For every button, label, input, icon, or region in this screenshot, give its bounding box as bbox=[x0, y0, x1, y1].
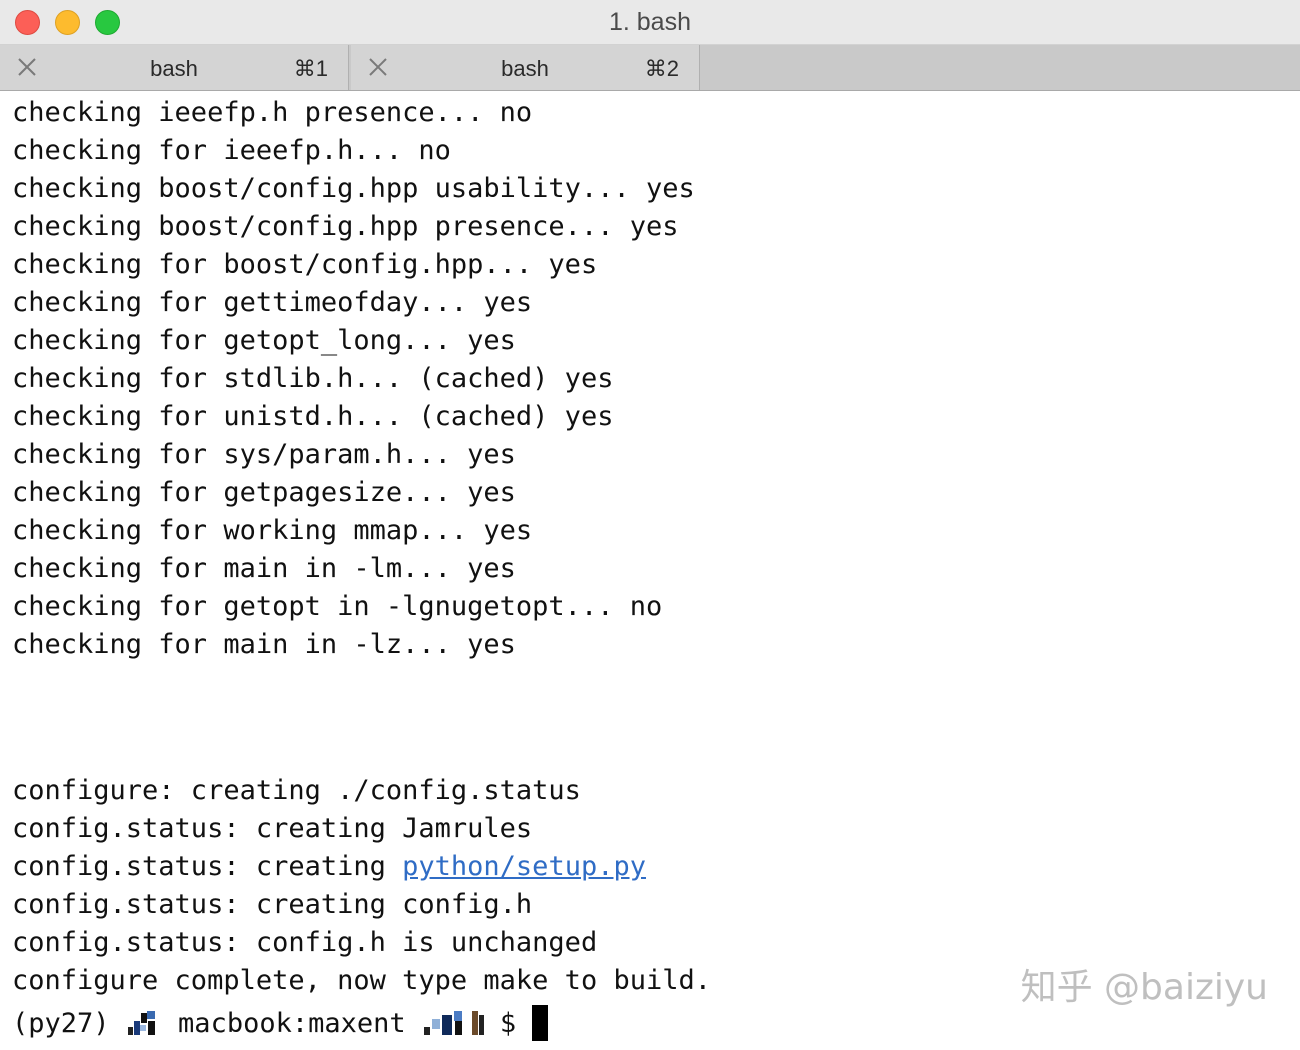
output-line: config.status: config.h is unchanged bbox=[12, 927, 598, 958]
output-line: checking for sys/param.h... yes bbox=[12, 439, 516, 470]
shell-prompt[interactable]: (py27) macbook:maxent $ bbox=[12, 1004, 549, 1044]
output-line: checking for main in -lz... yes bbox=[12, 629, 516, 660]
title-bar[interactable]: 1. bash bbox=[0, 0, 1300, 45]
tab-bash-1[interactable]: bash ⌘1 bbox=[0, 45, 349, 90]
window-title: 1. bash bbox=[608, 8, 691, 36]
text-cursor bbox=[532, 1004, 549, 1041]
tab-bar: bash ⌘1 bash ⌘2 bbox=[0, 45, 1300, 91]
output-line: checking for main in -lm... yes bbox=[12, 553, 516, 584]
output-line: checking boost/config.hpp presence... ye… bbox=[12, 211, 679, 242]
output-line: checking for stdlib.h... (cached) yes bbox=[12, 363, 614, 394]
redacted-path-icon bbox=[423, 1010, 484, 1035]
terminal-output[interactable]: checking ieeefp.h presence... no checkin… bbox=[12, 94, 1292, 1044]
output-line: checking for working mmap... yes bbox=[12, 515, 533, 546]
output-line: checking for getopt in -lgnugetopt... no bbox=[12, 591, 663, 622]
output-line: checking ieeefp.h presence... no bbox=[12, 97, 533, 128]
prompt-env: (py27) bbox=[12, 1008, 126, 1039]
output-line: config.status: creating config.h bbox=[12, 889, 533, 920]
output-line: checking for getpagesize... yes bbox=[12, 477, 516, 508]
output-line: checking for gettimeofday... yes bbox=[12, 287, 533, 318]
output-line: config.status: creating Jamrules bbox=[12, 813, 533, 844]
prompt-symbol: $ bbox=[499, 1008, 533, 1039]
tab-shortcut: ⌘1 bbox=[293, 56, 328, 81]
setup-py-link[interactable]: python/setup.py bbox=[402, 851, 646, 882]
tab-shortcut: ⌘2 bbox=[644, 56, 679, 81]
output-line: configure: creating ./config.status bbox=[12, 775, 581, 806]
output-line: checking for getopt_long... yes bbox=[12, 325, 516, 356]
watermark: 知乎 @baiziyu bbox=[1020, 967, 1268, 1008]
output-line: checking for boost/config.hpp... yes bbox=[12, 249, 598, 280]
redacted-user-icon bbox=[127, 1010, 155, 1035]
terminal-window: 1. bash bash ⌘1 bash ⌘2 checking ieeefp.… bbox=[0, 0, 1300, 1050]
output-text: config.status: creating bbox=[12, 851, 403, 882]
output-line: checking for unistd.h... (cached) yes bbox=[12, 401, 614, 432]
output-line: checking boost/config.hpp usability... y… bbox=[12, 173, 695, 204]
tab-bash-2[interactable]: bash ⌘2 bbox=[351, 45, 700, 90]
prompt-host: macbook:maxent bbox=[161, 1008, 422, 1039]
output-line: checking for ieeefp.h... no bbox=[12, 135, 451, 166]
output-line-setup: config.status: creating python/setup.py bbox=[12, 848, 1292, 886]
